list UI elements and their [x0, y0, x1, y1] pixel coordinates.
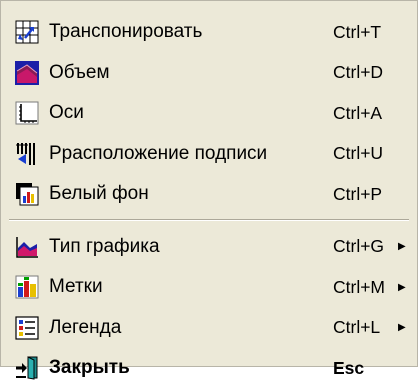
- menu-item-shortcut: Ctrl+D: [333, 62, 384, 83]
- white-background-icon: [15, 182, 39, 206]
- menu-item-shortcut: Ctrl+M: [333, 276, 386, 297]
- menu-item-label: Объем: [49, 61, 110, 83]
- menu-item-label: Транспонировать: [49, 21, 203, 43]
- submenu-arrow-icon: ▶: [398, 322, 406, 334]
- submenu-arrow-icon: ▶: [398, 281, 406, 293]
- menu-item-label: Метки: [49, 276, 103, 298]
- menu-item-shortcut: Ctrl+L: [333, 317, 381, 338]
- menu-item-label: Закрыть: [49, 357, 130, 379]
- legend-icon: [15, 315, 39, 340]
- chart-type-icon: [15, 235, 39, 259]
- menu-item-label: Оси: [49, 102, 84, 124]
- menu-item-axes[interactable]: Оси Ctrl+A: [1, 93, 417, 134]
- volume-3d-icon: [15, 60, 39, 85]
- menu-item-label-position[interactable]: Ррасположение подписи Ctrl+U: [1, 134, 417, 175]
- menu-item-shortcut: Ctrl+G: [333, 236, 385, 257]
- menu-item-shortcut: Ctrl+A: [333, 102, 383, 123]
- menu-item-shortcut: Esc: [333, 357, 365, 378]
- menu-item-white-background[interactable]: Белый фон Ctrl+P: [1, 174, 417, 215]
- marks-icon: [15, 275, 39, 299]
- menu-item-marks[interactable]: Метки Ctrl+M ▶: [1, 267, 417, 308]
- menu-item-legend[interactable]: Легенда Ctrl+L ▶: [1, 308, 417, 349]
- menu-item-shortcut: Ctrl+T: [333, 21, 382, 42]
- menu-item-label: Тип графика: [49, 235, 160, 257]
- axes-icon: [15, 101, 39, 125]
- submenu-arrow-icon: ▶: [398, 241, 406, 253]
- menu-item-transpose[interactable]: Транспонировать Ctrl+T: [1, 12, 417, 53]
- close-icon: [15, 356, 39, 380]
- menu-item-label: Белый фон: [49, 183, 149, 205]
- menu-item-shortcut: Ctrl+U: [333, 143, 384, 164]
- menu-item-shortcut: Ctrl+P: [333, 183, 383, 204]
- menu-item-label: Ррасположение подписи: [49, 142, 268, 164]
- label-position-icon: [15, 142, 39, 166]
- menu-item-chart-type[interactable]: Тип графика Ctrl+G ▶: [1, 227, 417, 268]
- menu-item-close[interactable]: Закрыть Esc: [1, 348, 417, 389]
- transpose-icon: [15, 20, 39, 44]
- chart-context-menu: Транспонировать Ctrl+T Объем Ctrl+D Оси …: [0, 0, 418, 380]
- menu-item-label: Легенда: [49, 316, 122, 338]
- menu-item-volume[interactable]: Объем Ctrl+D: [1, 53, 417, 94]
- menu-separator: [1, 215, 417, 227]
